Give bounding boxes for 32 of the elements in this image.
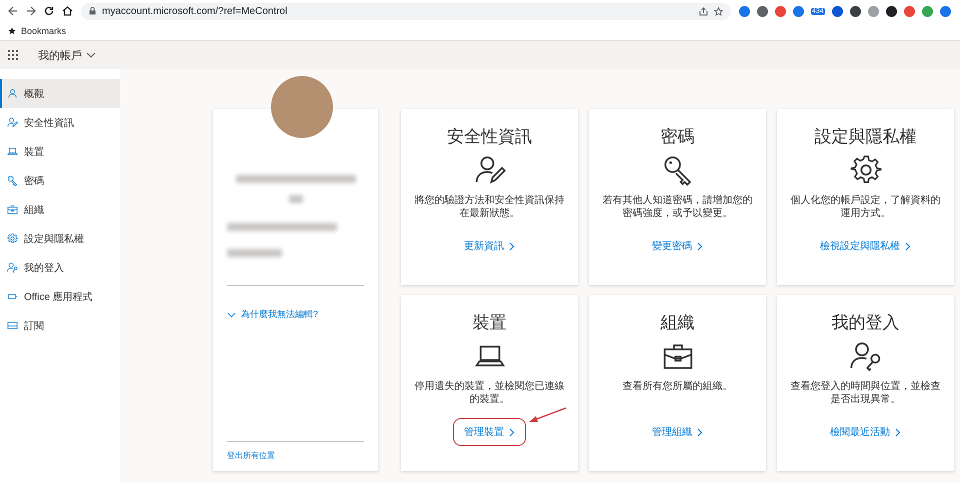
tile-description: 若有其他人知道密碼，請增加您的密碼強度，或予以變更。 (602, 194, 754, 220)
tile-description: 個人化您的帳戶設定，了解資料的運用方式。 (790, 194, 942, 220)
tile-description: 將您的驗證方法和安全性資訊保持在最新狀態。 (414, 194, 566, 220)
tile-title: 裝置 (472, 312, 506, 334)
why-cant-edit-link[interactable]: 為什麼我無法編輯? (241, 308, 318, 321)
sign-out-everywhere-link[interactable]: 登出所有位置 (227, 450, 364, 461)
tile-link[interactable]: 檢閱最近活動 (819, 418, 912, 446)
tile-description: 查看所有您所屬的組織。 (622, 380, 732, 394)
address-bar[interactable]: myaccount.microsoft.com/?ref=MeControl (81, 2, 731, 20)
tile-title: 安全性資訊 (447, 126, 532, 148)
bookmarks-label[interactable]: Bookmarks (21, 26, 66, 36)
tile-title: 密碼 (660, 126, 694, 148)
tile-description: 查看您登入的時間與位置，並檢查是否出現異常。 (790, 380, 942, 406)
tile-title: 設定與隱私權 (814, 126, 916, 148)
sidebar-item[interactable]: 概觀 (0, 79, 120, 108)
sidebar-item[interactable]: Office 應用程式 (0, 282, 120, 311)
sidebar-item[interactable]: 密碼 (0, 166, 120, 195)
sidebar-item[interactable]: 裝置 (0, 137, 120, 166)
tile-link[interactable]: 變更密碼 (641, 232, 714, 260)
sidebar-item[interactable]: 安全性資訊 (0, 108, 120, 137)
tile-link[interactable]: 管理組織 (641, 418, 714, 446)
tile-link[interactable]: 檢視設定與隱私權 (809, 232, 922, 260)
tile-title: 我的登入 (832, 312, 900, 334)
tile-link[interactable]: 管理裝置 (453, 418, 526, 446)
sidebar-item[interactable]: 訂閱 (0, 311, 120, 340)
tile-description: 停用遺失的裝置，並檢閱您已連線的裝置。 (414, 380, 566, 406)
sidebar-item[interactable]: 設定與隱私權 (0, 224, 120, 253)
sidebar-item[interactable]: 我的登入 (0, 253, 120, 282)
tile-link[interactable]: 更新資訊 (453, 232, 526, 260)
header-title[interactable]: 我的帳戶 (38, 48, 82, 62)
tile-title: 組織 (660, 312, 694, 334)
sidebar-item[interactable]: 組織 (0, 195, 120, 224)
